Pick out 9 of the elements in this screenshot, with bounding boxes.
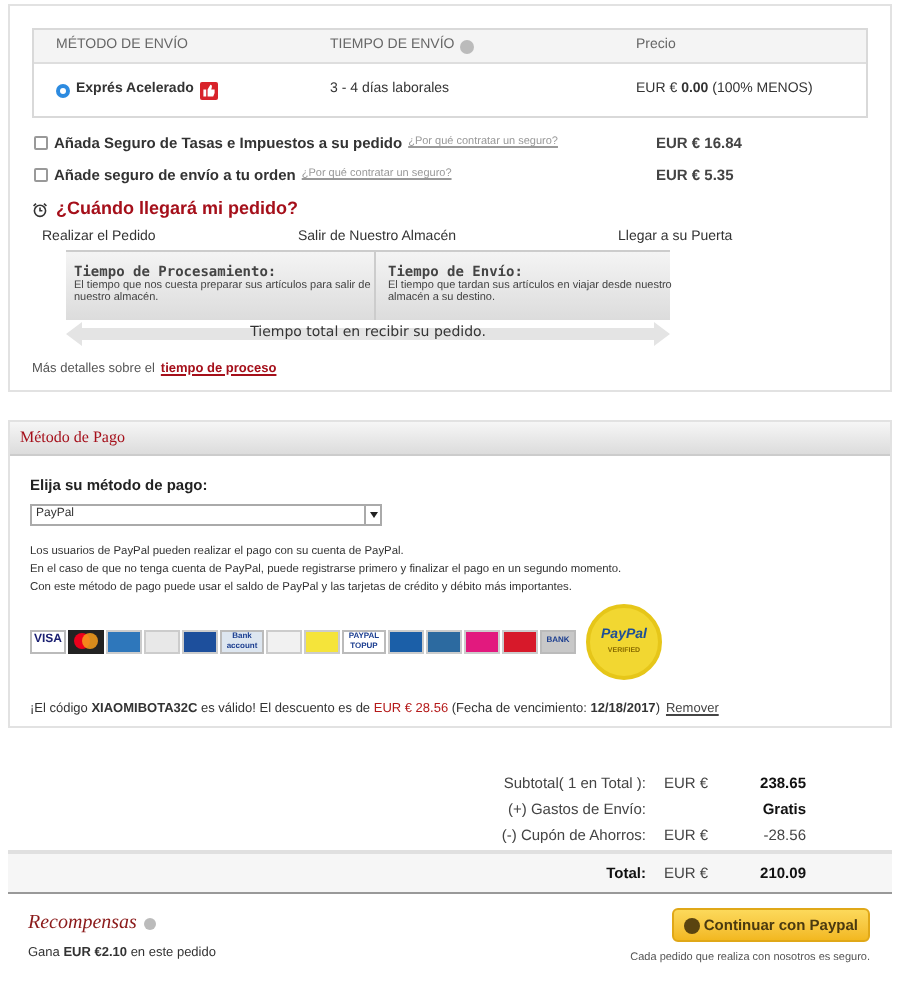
checkbox[interactable] [34, 136, 48, 150]
section-heading: ¿Cuándo llegará mi pedido? [56, 196, 299, 222]
rewards-title: Recompensas [28, 910, 137, 939]
panel-title: Método de Pago [20, 426, 125, 451]
alarm-clock-icon [32, 201, 48, 218]
radio-button[interactable] [56, 83, 70, 97]
thumbs-up-icon [199, 81, 218, 99]
checkbox[interactable] [34, 168, 48, 182]
dropdown-arrow-icon [364, 505, 380, 523]
